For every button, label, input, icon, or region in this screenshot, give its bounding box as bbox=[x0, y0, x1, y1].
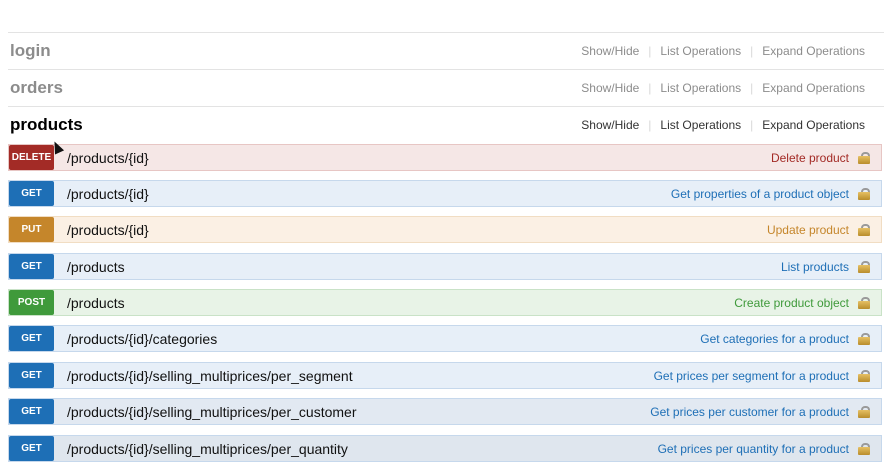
operation-summary[interactable]: Get prices per segment for a product bbox=[654, 369, 849, 383]
show-hide-link[interactable]: Show/Hide bbox=[572, 118, 648, 132]
lock-icon[interactable] bbox=[857, 260, 871, 273]
resource-orders: orders Show/Hide | List Operations | Exp… bbox=[8, 70, 884, 107]
list-operations-link[interactable]: List Operations bbox=[651, 44, 750, 58]
http-method-badge[interactable]: GET bbox=[9, 436, 54, 461]
http-method-badge[interactable]: GET bbox=[9, 181, 54, 206]
endpoint-path[interactable]: /products/{id} bbox=[67, 186, 671, 202]
lock-icon[interactable] bbox=[857, 187, 871, 200]
resource-title-products[interactable]: products bbox=[8, 115, 83, 135]
operation-row[interactable]: GET /products/{id}/categories Get catego… bbox=[8, 325, 882, 352]
operation-row[interactable]: PUT /products/{id} Update product bbox=[8, 216, 882, 243]
resource-ops-login: Show/Hide | List Operations | Expand Ope… bbox=[572, 44, 884, 58]
show-hide-link[interactable]: Show/Hide bbox=[572, 81, 648, 95]
operation-row[interactable]: GET /products List products bbox=[8, 253, 882, 280]
endpoint-path[interactable]: /products/{id}/categories bbox=[67, 331, 700, 347]
lock-icon[interactable] bbox=[857, 296, 871, 309]
http-method-badge[interactable]: POST bbox=[9, 290, 54, 315]
operation-row[interactable]: GET /products/{id}/selling_multiprices/p… bbox=[8, 398, 882, 425]
expand-operations-link[interactable]: Expand Operations bbox=[753, 118, 874, 132]
http-method-badge[interactable]: DELETE bbox=[9, 145, 54, 170]
operation-summary[interactable]: Get prices per quantity for a product bbox=[658, 442, 849, 456]
resource-products: products Show/Hide | List Operations | E… bbox=[8, 107, 884, 143]
resource-title-login[interactable]: login bbox=[8, 41, 51, 61]
lock-icon[interactable] bbox=[857, 369, 871, 382]
resource-login: login Show/Hide | List Operations | Expa… bbox=[8, 33, 884, 70]
endpoint-path[interactable]: /products bbox=[67, 295, 734, 311]
http-method-badge[interactable]: PUT bbox=[9, 217, 54, 242]
http-method-badge[interactable]: GET bbox=[9, 399, 54, 424]
operation-row[interactable]: GET /products/{id}/selling_multiprices/p… bbox=[8, 435, 882, 462]
operation-row[interactable]: GET /products/{id} Get properties of a p… bbox=[8, 180, 882, 207]
endpoint-path[interactable]: /products/{id}/selling_multiprices/per_c… bbox=[67, 404, 650, 420]
show-hide-link[interactable]: Show/Hide bbox=[572, 44, 648, 58]
endpoint-path[interactable]: /products/{id} bbox=[67, 150, 771, 166]
list-operations-link[interactable]: List Operations bbox=[651, 81, 750, 95]
operation-row[interactable]: POST /products Create product object bbox=[8, 289, 882, 316]
expand-operations-link[interactable]: Expand Operations bbox=[753, 44, 874, 58]
endpoint-path[interactable]: /products bbox=[67, 259, 781, 275]
operation-summary[interactable]: Get prices per customer for a product bbox=[650, 405, 849, 419]
endpoint-path[interactable]: /products/{id}/selling_multiprices/per_s… bbox=[67, 368, 654, 384]
expand-operations-link[interactable]: Expand Operations bbox=[753, 81, 874, 95]
lock-icon[interactable] bbox=[857, 405, 871, 418]
endpoint-path[interactable]: /products/{id} bbox=[67, 222, 767, 238]
lock-icon[interactable] bbox=[857, 223, 871, 236]
operation-summary[interactable]: Update product bbox=[767, 223, 849, 237]
operation-summary[interactable]: Get properties of a product object bbox=[671, 187, 849, 201]
endpoint-path[interactable]: /products/{id}/selling_multiprices/per_q… bbox=[67, 441, 658, 457]
lock-icon[interactable] bbox=[857, 151, 871, 164]
operation-row[interactable]: GET /products/{id}/selling_multiprices/p… bbox=[8, 362, 882, 389]
operation-summary[interactable]: Get categories for a product bbox=[700, 332, 849, 346]
operation-summary[interactable]: Create product object bbox=[734, 296, 849, 310]
http-method-badge[interactable]: GET bbox=[9, 254, 54, 279]
resource-title-orders[interactable]: orders bbox=[8, 78, 63, 98]
operation-summary[interactable]: Delete product bbox=[771, 151, 849, 165]
resource-ops-products: Show/Hide | List Operations | Expand Ope… bbox=[572, 118, 884, 132]
http-method-badge[interactable]: GET bbox=[9, 326, 54, 351]
lock-icon[interactable] bbox=[857, 442, 871, 455]
operation-row[interactable]: DELETE /products/{id} Delete product bbox=[8, 144, 882, 171]
http-method-badge[interactable]: GET bbox=[9, 363, 54, 388]
list-operations-link[interactable]: List Operations bbox=[651, 118, 750, 132]
operation-summary[interactable]: List products bbox=[781, 260, 849, 274]
lock-icon[interactable] bbox=[857, 332, 871, 345]
resource-ops-orders: Show/Hide | List Operations | Expand Ope… bbox=[572, 81, 884, 95]
